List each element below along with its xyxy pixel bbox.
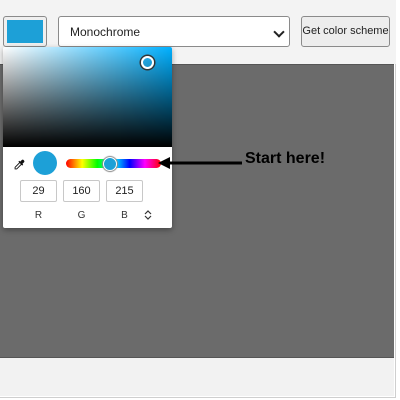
scheme-mode-select[interactable]: Monochrome — [58, 16, 290, 47]
saturation-value-handle[interactable] — [141, 56, 154, 69]
blue-input[interactable] — [106, 180, 143, 202]
red-label: R — [34, 210, 43, 221]
blue-label: B — [121, 210, 128, 221]
annotation-arrow-icon — [158, 157, 242, 169]
annotation-text: Start here! — [245, 150, 326, 167]
color-swatch-fill — [7, 20, 43, 43]
get-color-scheme-button[interactable]: Get color scheme — [301, 16, 390, 47]
updown-arrows-icon[interactable] — [143, 209, 153, 221]
hue-slider-handle[interactable] — [103, 157, 117, 171]
red-input[interactable] — [20, 180, 57, 202]
chevron-down-icon — [273, 26, 285, 38]
saturation-value-area[interactable] — [3, 47, 172, 147]
color-picker-popup: R G B — [3, 47, 172, 228]
bottom-strip — [0, 358, 394, 396]
eyedropper-icon[interactable] — [12, 158, 26, 172]
scheme-mode-value: Monochrome — [70, 25, 141, 39]
green-input[interactable] — [63, 180, 100, 202]
selected-color-preview — [33, 151, 57, 175]
color-swatch-button[interactable] — [3, 16, 47, 47]
green-label: G — [77, 210, 86, 221]
